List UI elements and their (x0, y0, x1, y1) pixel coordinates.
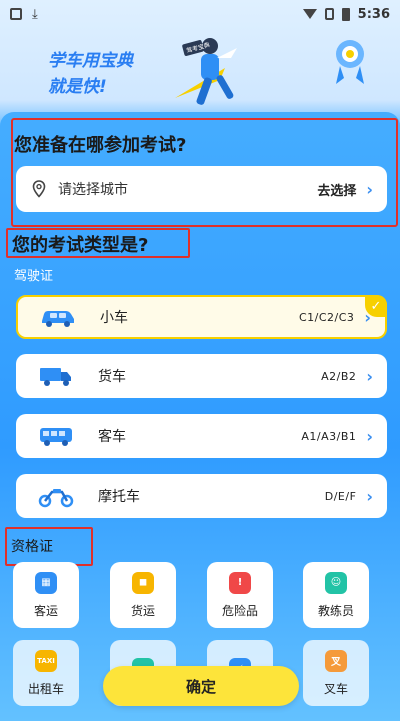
slogan-line-2: 就是快! (48, 77, 107, 97)
vehicle-option-bus[interactable]: 客车 A1/A3/B1 › (16, 414, 387, 458)
passenger-bus-icon: ▦ (35, 571, 57, 594)
confirm-button[interactable]: 确定 (103, 666, 299, 706)
vehicle-code: A2/B2 (321, 369, 357, 383)
vehicle-name: 货车 (98, 369, 126, 385)
car-icon (42, 311, 74, 327)
taxi-icon: TAXI (35, 649, 57, 672)
status-time: 5:36 (357, 6, 390, 22)
bus-icon (40, 428, 72, 446)
wifi-icon (302, 9, 317, 19)
vehicle-name: 小车 (100, 310, 128, 326)
vehicle-option-truck[interactable]: 货车 A2/B2 › (16, 354, 387, 398)
city-placeholder: 请选择城市 (58, 182, 128, 198)
vehicle-name: 客车 (98, 429, 126, 445)
license-section-label: 驾驶证 (14, 269, 54, 284)
cert-forklift[interactable]: 叉 叉车 (303, 640, 369, 706)
hero-banner: 学车用宝典 就是快! 驾考宝典 (0, 28, 400, 118)
hero-slogan: 学车用宝典 就是快! (48, 48, 133, 100)
vehicle-option-car[interactable]: 小车 C1/C2/C3 › ✓ (16, 295, 387, 339)
cert-instructor[interactable]: ☺ 教练员 (303, 562, 369, 628)
cert-label: 叉车 (323, 681, 348, 696)
cert-passenger[interactable]: ▦ 客运 (13, 562, 79, 628)
battery-icon (341, 7, 350, 21)
hazard-icon: ! (229, 571, 251, 594)
cert-label: 客运 (33, 603, 58, 618)
target-icon (336, 40, 364, 84)
cert-label: 货运 (130, 603, 155, 618)
cert-label: 危险品 (221, 603, 258, 618)
slogan-line-1: 学车用宝典 (48, 51, 133, 71)
cert-freight[interactable]: ◼ 货运 (110, 562, 176, 628)
city-selector[interactable]: 请选择城市 去选择 › (16, 166, 387, 212)
vehicle-code: A1/A3/B1 (301, 429, 357, 443)
motorcycle-icon (38, 489, 74, 508)
instructor-icon: ☺ (325, 571, 347, 594)
freight-icon: ◼ (132, 571, 154, 594)
vehicle-name: 摩托车 (98, 489, 140, 505)
qualification-section-label: 资格证 (11, 539, 53, 555)
chevron-right-icon: › (366, 426, 373, 446)
chevron-right-icon: › (366, 486, 373, 506)
student-illustration-icon: 驾考宝典 (175, 38, 237, 105)
chevron-right-icon: › (366, 366, 373, 386)
download-icon: ⤓ (32, 6, 38, 22)
location-question: 您准备在哪参加考试? (14, 135, 187, 156)
exam-type-question: 您的考试类型是? (12, 235, 149, 256)
sim-icon (324, 8, 334, 20)
location-pin-icon (32, 180, 46, 198)
forklift-icon: 叉 (325, 649, 347, 672)
cert-label: 教练员 (317, 603, 354, 618)
vehicle-code: C1/C2/C3 (298, 310, 355, 324)
vehicle-code: D/E/F (324, 489, 357, 503)
cert-hazard[interactable]: ! 危险品 (207, 562, 273, 628)
chevron-right-icon: › (366, 179, 373, 199)
status-bar: ⤓ 5:36 (0, 0, 400, 28)
cert-label: 出租车 (27, 681, 64, 696)
selected-check-icon: ✓ (365, 295, 387, 317)
select-city-action[interactable]: 去选择 (317, 180, 356, 199)
vehicle-option-motorcycle[interactable]: 摩托车 D/E/F › (16, 474, 387, 518)
truck-icon (40, 368, 71, 386)
cert-taxi[interactable]: TAXI 出租车 (13, 640, 79, 706)
app-notification-icon (10, 8, 22, 20)
